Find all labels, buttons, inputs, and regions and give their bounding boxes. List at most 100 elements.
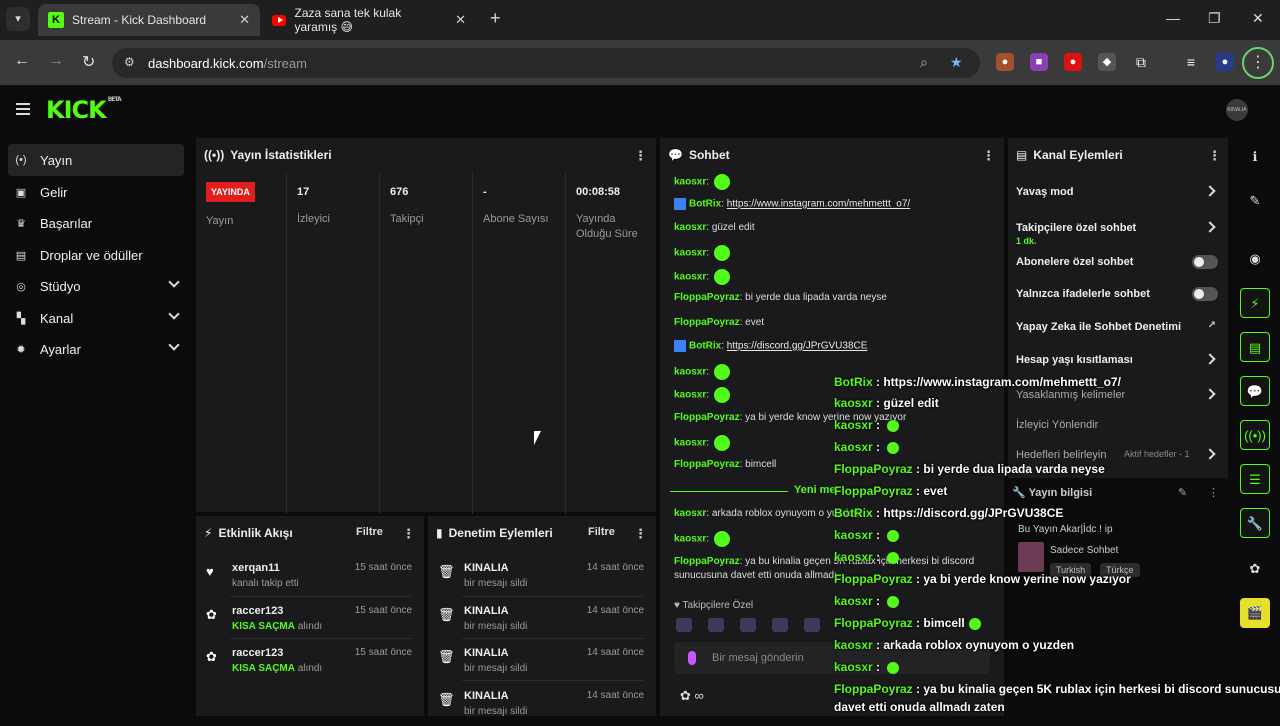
emote-icon[interactable] xyxy=(708,618,724,632)
external-link-icon[interactable]: ↗ xyxy=(1208,320,1216,331)
chat-username[interactable]: kaosxr xyxy=(674,272,706,283)
activity-user[interactable]: raccer123 xyxy=(232,605,283,617)
new-tab-button[interactable]: + xyxy=(490,8,501,29)
channel-action-row[interactable]: Yalnızca ifadelerle sohbet xyxy=(1016,280,1220,310)
restore-icon[interactable]: ❐ xyxy=(1208,10,1221,27)
more-options-icon[interactable]: ⋮ xyxy=(1208,486,1219,499)
chat-username[interactable]: kaosxr xyxy=(674,390,706,401)
reload-icon[interactable]: ↻ xyxy=(82,52,95,72)
notes-icon[interactable]: ▤ xyxy=(1240,332,1270,362)
moderator-name[interactable]: KINALIA xyxy=(464,690,509,702)
sidebar-item-settings[interactable]: ✹ Ayarlar xyxy=(8,333,184,365)
info-icon[interactable]: ℹ xyxy=(1240,142,1270,172)
media-control-icon[interactable]: ≡ xyxy=(1182,53,1200,71)
wrench-icon[interactable]: 🔧 xyxy=(1240,508,1270,538)
more-options-icon[interactable]: ⋮ xyxy=(982,148,995,164)
chat-link[interactable]: https://discord.gg/JPrGVU38CE xyxy=(727,341,868,352)
bookmark-star-icon[interactable]: ★ xyxy=(950,54,963,71)
chat-username[interactable]: FloppaPoyraz xyxy=(674,556,740,567)
window-close-icon[interactable]: ✕ xyxy=(1252,10,1264,27)
moderator-name[interactable]: KINALIA xyxy=(464,562,509,574)
camera-icon[interactable]: ◉ xyxy=(1240,244,1270,274)
toggle-switch[interactable] xyxy=(1192,255,1218,269)
sidebar-item-revenue[interactable]: ▣ Gelir xyxy=(8,176,184,208)
sidebar-item-drops[interactable]: ▤ Droplar ve ödüller xyxy=(8,239,184,271)
more-options-icon[interactable]: ⋮ xyxy=(402,526,415,542)
extension-purple-icon[interactable]: ■ xyxy=(1030,53,1048,71)
chat-link[interactable]: https://www.instagram.com/mehmettt_o7/ xyxy=(727,199,910,210)
chat-username[interactable]: FloppaPoyraz xyxy=(674,292,740,303)
chat-settings-icon[interactable]: ✿ ∞ xyxy=(680,688,704,704)
more-options-icon[interactable]: ⋮ xyxy=(1208,148,1221,164)
broadcast-icon[interactable]: ((•)) xyxy=(1240,420,1270,450)
activity-user[interactable]: raccer123 xyxy=(232,647,283,659)
sidebar-item-studio[interactable]: ◎ Stüdyo xyxy=(8,270,184,302)
shield-extension-icon[interactable]: ◆ xyxy=(1098,53,1116,71)
moderator-name[interactable]: KINALIA xyxy=(464,605,509,617)
zoom-icon[interactable]: ⌕ xyxy=(920,54,928,71)
minimize-icon[interactable]: — xyxy=(1166,10,1180,26)
chat-username[interactable]: kaosxr xyxy=(674,248,706,259)
address-bar[interactable]: ⚙ dashboard.kick.com/stream ⌕ ★ xyxy=(112,48,980,78)
extension-blue-icon[interactable]: ● xyxy=(1216,53,1234,71)
clapperboard-icon[interactable]: 🎬 xyxy=(1240,598,1270,628)
reward-icon: ✿ xyxy=(206,607,217,622)
lightning-icon[interactable]: ⚡ xyxy=(1240,288,1270,318)
filter-button[interactable]: Filtre xyxy=(588,526,615,538)
channel-action-row[interactable]: Takipçilere özel sohbet 1 dk. xyxy=(1016,214,1220,246)
emote-icon[interactable] xyxy=(804,618,820,632)
channel-action-row[interactable]: Yavaş mod xyxy=(1016,178,1220,208)
extensions-puzzle-icon[interactable]: ⧉ xyxy=(1132,53,1150,71)
pencil-icon[interactable]: ✎ xyxy=(1240,186,1270,216)
menu-icon[interactable] xyxy=(16,103,30,115)
chat-username[interactable]: kaosxr xyxy=(674,367,706,378)
emote-picker-icon[interactable] xyxy=(688,651,696,665)
reward-icon[interactable]: ✿ xyxy=(1240,554,1270,584)
toggle-switch[interactable] xyxy=(1192,287,1218,301)
close-tab-icon[interactable]: ✕ xyxy=(239,12,250,28)
emote-icon[interactable] xyxy=(676,618,692,632)
channel-action-row[interactable]: Hesap yaşı kısıtlaması xyxy=(1016,346,1220,376)
sidebar-item-achievements[interactable]: ♛ Başarılar xyxy=(8,207,184,239)
more-options-icon[interactable]: ⋮ xyxy=(634,526,647,542)
chat-username[interactable]: kaosxr xyxy=(674,177,706,188)
chat-username[interactable]: FloppaPoyraz xyxy=(674,412,740,423)
emote-icon[interactable] xyxy=(772,618,788,632)
moderator-name[interactable]: KINALIA xyxy=(464,647,509,659)
browser-tab-youtube[interactable]: Zaza sana tek kulak yaramış 😅 ✕ xyxy=(262,4,476,36)
sidebar-item-channel[interactable]: ▚ Kanal xyxy=(8,302,184,334)
extension-red-icon[interactable]: ● xyxy=(1064,53,1082,71)
back-icon[interactable]: ← xyxy=(14,52,30,70)
chat-username[interactable]: kaosxr xyxy=(674,534,706,545)
channel-action-row[interactable]: Yapay Zeka ile Sohbet Denetimi ↗ xyxy=(1016,313,1220,343)
cookie-extension-icon[interactable]: ● xyxy=(996,53,1014,71)
close-tab-icon[interactable]: ✕ xyxy=(455,12,466,28)
more-options-icon[interactable]: ⋮ xyxy=(634,148,647,164)
site-info-icon[interactable]: ⚙ xyxy=(124,55,135,69)
chat-username[interactable]: BotRix xyxy=(689,199,721,210)
chat-username[interactable]: kaosxr xyxy=(674,508,706,519)
kick-logo[interactable]: KICK BETA xyxy=(46,96,122,124)
forward-icon[interactable]: → xyxy=(48,52,64,70)
stack-icon[interactable]: ☰ xyxy=(1240,464,1270,494)
activity-user[interactable]: xerqan11 xyxy=(232,562,280,574)
trophy-icon: ♛ xyxy=(16,217,26,230)
filter-button[interactable]: Filtre xyxy=(356,526,383,538)
edit-icon[interactable]: ✎ xyxy=(1178,486,1187,499)
chat-username[interactable]: FloppaPoyraz xyxy=(674,317,740,328)
user-avatar[interactable]: KINALIA xyxy=(1226,99,1248,121)
chat-username[interactable]: kaosxr xyxy=(674,438,706,449)
browser-tab-kick[interactable]: K Stream - Kick Dashboard ✕ xyxy=(38,4,260,36)
tab-search-button[interactable]: ▾ xyxy=(6,7,30,31)
chat-username[interactable]: kaosxr xyxy=(674,222,706,233)
overlay-username: kaosxr xyxy=(834,550,873,564)
chat-icon[interactable]: 💬 xyxy=(1240,376,1270,406)
sidebar-item-stream[interactable]: (•) Yayın xyxy=(8,144,184,176)
chat-username[interactable]: FloppaPoyraz xyxy=(674,459,740,470)
channel-action-row[interactable]: Abonelere özel sohbet xyxy=(1016,248,1220,278)
overlay-text: bimcell xyxy=(923,616,965,630)
browser-menu-icon[interactable]: ⋮ xyxy=(1242,47,1274,79)
emote-icon[interactable] xyxy=(740,618,756,632)
channel-action-row[interactable]: İzleyici Yönlendir xyxy=(1016,411,1220,441)
chat-username[interactable]: BotRix xyxy=(689,341,721,352)
